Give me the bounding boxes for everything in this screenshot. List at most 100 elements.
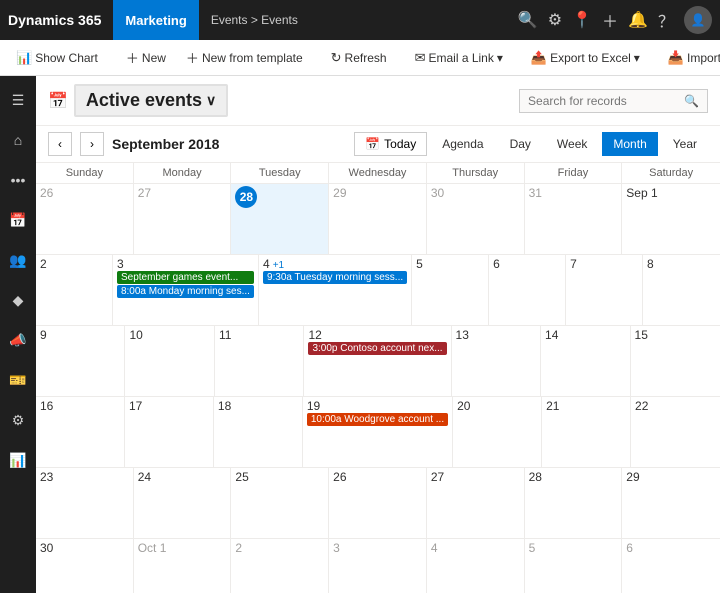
day-sep-19: 19 10:00a Woodgrove account ... bbox=[303, 397, 453, 467]
event-sep-woodgrove[interactable]: 10:00a Woodgrove account ... bbox=[307, 413, 448, 426]
sidebar-settings-icon[interactable]: ⚙ bbox=[2, 404, 34, 436]
new-button[interactable]: ＋ New bbox=[118, 44, 174, 71]
overflow-indicator[interactable]: +1 bbox=[273, 260, 284, 271]
day-aug-28-today: 28 bbox=[231, 184, 329, 254]
day-sep-22: 22 bbox=[631, 397, 720, 467]
day-sep-23: 23 bbox=[36, 468, 134, 538]
sidebar-home-icon[interactable]: ⌂ bbox=[2, 124, 34, 156]
next-month-button[interactable]: › bbox=[80, 132, 104, 156]
calendar-icon: 📅 bbox=[48, 91, 68, 111]
day-header-tuesday: Tuesday bbox=[231, 163, 329, 183]
day-header-sunday: Sunday bbox=[36, 163, 134, 183]
event-sep-games[interactable]: September games event... bbox=[117, 271, 254, 284]
day-oct-1: Oct 1 bbox=[134, 539, 232, 593]
week-6: 30 Oct 1 2 3 4 5 6 bbox=[36, 539, 720, 593]
email-link-button[interactable]: ✉ Email a Link ▾ bbox=[407, 46, 511, 70]
sidebar-marketing-icon[interactable]: 📣 bbox=[2, 324, 34, 356]
search-icon[interactable]: 🔍 bbox=[684, 94, 699, 108]
module-name[interactable]: Marketing bbox=[113, 0, 198, 40]
day-sep-10: 10 bbox=[125, 326, 214, 396]
day-aug-27: 27 bbox=[134, 184, 232, 254]
day-sep-26: 26 bbox=[329, 468, 427, 538]
content-area: 📅 Active events ∨ 🔍 ‹ › September 2018 📅 bbox=[36, 76, 720, 593]
day-sep-20: 20 bbox=[453, 397, 542, 467]
day-sep-29: 29 bbox=[622, 468, 720, 538]
day-sep-28: 28 bbox=[525, 468, 623, 538]
event-sep-monday-morning[interactable]: 8:00a Monday morning ses... bbox=[117, 285, 254, 298]
notifications-icon[interactable]: 🔔 bbox=[628, 10, 648, 30]
day-sep-2: 2 bbox=[36, 255, 113, 325]
sidebar-leads-icon[interactable]: ◆ bbox=[2, 284, 34, 316]
day-sep-8: 8 bbox=[643, 255, 720, 325]
year-view-button[interactable]: Year bbox=[662, 132, 708, 156]
day-sep-5: 5 bbox=[412, 255, 489, 325]
export-icon: 📤 bbox=[531, 50, 547, 66]
week-5: 23 24 25 26 27 28 29 bbox=[36, 468, 720, 539]
sidebar-menu-icon[interactable]: ☰ bbox=[2, 84, 34, 116]
day-header-wednesday: Wednesday bbox=[329, 163, 427, 183]
dropdown-arrow: ▾ bbox=[634, 51, 640, 65]
day-headers: Sunday Monday Tuesday Wednesday Thursday… bbox=[36, 163, 720, 184]
add-icon[interactable]: ＋ bbox=[602, 8, 618, 32]
refresh-icon: ↻ bbox=[331, 50, 342, 66]
event-sep-contoso[interactable]: 3:00p Contoso account nex... bbox=[308, 342, 446, 355]
month-label: September 2018 bbox=[112, 136, 219, 152]
chart-icon: 📊 bbox=[16, 50, 32, 66]
export-excel-button[interactable]: 📤 Export to Excel ▾ bbox=[523, 46, 648, 70]
day-sep-30: 30 bbox=[36, 539, 134, 593]
help-icon[interactable]: ？ bbox=[658, 8, 674, 32]
day-header-monday: Monday bbox=[134, 163, 232, 183]
day-view-button[interactable]: Day bbox=[499, 132, 542, 156]
refresh-button[interactable]: ↻ Refresh bbox=[323, 46, 395, 70]
sidebar-more-icon[interactable]: ••• bbox=[2, 164, 34, 196]
month-view-button[interactable]: Month bbox=[602, 132, 657, 156]
sidebar-calendar-icon[interactable]: 📅 bbox=[2, 204, 34, 236]
filter-label: Active events bbox=[86, 90, 202, 111]
day-oct-4: 4 bbox=[427, 539, 525, 593]
day-sep-21: 21 bbox=[542, 397, 631, 467]
search-icon[interactable]: 🔍 bbox=[518, 10, 538, 30]
import-excel-button[interactable]: 📥 Import from Excel ▾ bbox=[660, 46, 720, 70]
day-sep-12: 12 3:00p Contoso account nex... bbox=[304, 326, 451, 396]
week-view-button[interactable]: Week bbox=[546, 132, 598, 156]
plus-icon: ＋ bbox=[126, 48, 139, 67]
search-input[interactable] bbox=[528, 94, 678, 108]
sidebar-analytics-icon[interactable]: 📊 bbox=[2, 444, 34, 476]
week-2: 2 3 September games event... 8:00a Monda… bbox=[36, 255, 720, 326]
day-aug-29: 29 bbox=[329, 184, 427, 254]
day-sep-14: 14 bbox=[541, 326, 630, 396]
day-sep-6: 6 bbox=[489, 255, 566, 325]
event-sep-tuesday-morning[interactable]: 9:30a Tuesday morning sess... bbox=[263, 271, 407, 284]
main-area: ☰ ⌂ ••• 📅 👥 ◆ 📣 🎫 ⚙ 📊 📅 Active events ∨ … bbox=[0, 76, 720, 593]
breadcrumb: Events > Events bbox=[211, 13, 518, 27]
sidebar-contacts-icon[interactable]: 👥 bbox=[2, 244, 34, 276]
calendar-view-options: 📅 Today Agenda Day Week Month Year bbox=[354, 132, 708, 156]
day-sep-4: 4 +1 9:30a Tuesday morning sess... bbox=[259, 255, 412, 325]
day-sep-9: 9 bbox=[36, 326, 125, 396]
avatar[interactable]: 👤 bbox=[684, 6, 712, 34]
day-sep-3: 3 September games event... 8:00a Monday … bbox=[113, 255, 259, 325]
week-3: 9 10 11 12 3:00p Contoso account nex... … bbox=[36, 326, 720, 397]
day-oct-5: 5 bbox=[525, 539, 623, 593]
show-chart-button[interactable]: 📊 Show Chart bbox=[8, 46, 106, 70]
day-sep-18: 18 bbox=[214, 397, 303, 467]
day-aug-31: 31 bbox=[525, 184, 623, 254]
day-header-thursday: Thursday bbox=[427, 163, 525, 183]
active-events-filter-button[interactable]: Active events ∨ bbox=[74, 84, 228, 117]
prev-month-button[interactable]: ‹ bbox=[48, 132, 72, 156]
location-icon[interactable]: 📍 bbox=[572, 10, 592, 30]
day-oct-2: 2 bbox=[231, 539, 329, 593]
filter-dropdown-arrow: ∨ bbox=[206, 92, 216, 109]
settings-icon[interactable]: ⚙ bbox=[548, 10, 562, 30]
brand-name[interactable]: Dynamics 365 bbox=[8, 12, 101, 28]
calendar-nav-row: ‹ › September 2018 📅 Today Agenda Day We… bbox=[36, 126, 720, 163]
agenda-view-button[interactable]: Agenda bbox=[431, 132, 494, 156]
day-sep-25: 25 bbox=[231, 468, 329, 538]
day-sep-17: 17 bbox=[125, 397, 214, 467]
calendar-grid: Sunday Monday Tuesday Wednesday Thursday… bbox=[36, 163, 720, 593]
calendar-small-icon: 📅 bbox=[365, 137, 380, 151]
new-from-template-button[interactable]: ＋ New from template bbox=[178, 44, 311, 71]
calendar-header: 📅 Active events ∨ 🔍 bbox=[36, 76, 720, 126]
today-button[interactable]: 📅 Today bbox=[354, 132, 427, 156]
sidebar-events-icon[interactable]: 🎫 bbox=[2, 364, 34, 396]
